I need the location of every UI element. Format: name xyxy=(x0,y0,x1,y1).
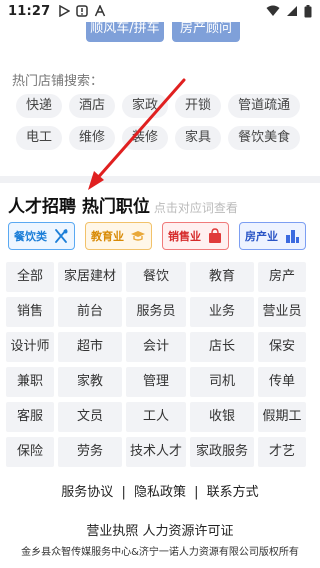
job-cell[interactable]: 超市 xyxy=(58,332,122,362)
shop-tag-express[interactable]: 快递 xyxy=(16,94,63,118)
shop-tag-food[interactable]: 餐饮美食 xyxy=(228,126,301,150)
shop-tag-locksmith[interactable]: 开锁 xyxy=(175,94,222,118)
hot-shops-row: 快递 酒店 家政 开锁 管道疏通 xyxy=(16,94,316,118)
service-agreement-link[interactable]: 服务协议 xyxy=(61,485,113,500)
status-time: 11:27 xyxy=(8,3,51,19)
shop-tag-decoration[interactable]: 装修 xyxy=(122,126,169,150)
job-cell[interactable]: 兼职 xyxy=(6,367,54,397)
section-title: 人才招聘 热门职位 点击对应词查看 xyxy=(8,192,238,217)
category-label: 餐饮类 xyxy=(14,230,47,243)
job-cell[interactable]: 假期工 xyxy=(258,402,306,432)
shop-tag-electrician[interactable]: 电工 xyxy=(16,126,63,150)
utensils-icon xyxy=(55,229,68,243)
job-cell[interactable]: 劳务 xyxy=(58,437,122,467)
battery-icon xyxy=(304,4,312,17)
job-cell[interactable]: 才艺 xyxy=(258,437,306,467)
section-subtitle: 点击对应词查看 xyxy=(153,201,238,215)
cellular-icon xyxy=(287,6,297,16)
buildings-icon xyxy=(286,230,299,243)
job-cell[interactable]: 销售 xyxy=(6,297,54,327)
footer-separator: | xyxy=(194,485,199,500)
job-cell[interactable]: 前台 xyxy=(58,297,122,327)
status-bar: 11:27 xyxy=(0,0,320,22)
job-cell[interactable]: 房产 xyxy=(258,262,306,292)
job-row: 全部 家居建材 餐饮 教育 房产 xyxy=(6,262,314,292)
job-cell[interactable]: 家居建材 xyxy=(58,262,122,292)
job-cell[interactable]: 管理 xyxy=(126,367,186,397)
job-cell[interactable]: 服务员 xyxy=(126,297,186,327)
warning-icon xyxy=(76,5,89,17)
play-store-icon xyxy=(59,5,71,17)
job-row: 设计师 超市 会计 店长 保安 xyxy=(6,332,314,362)
job-cell[interactable]: 保安 xyxy=(258,332,306,362)
job-row: 销售 前台 服务员 业务 营业员 xyxy=(6,297,314,327)
copyright-text: 金乡县众智传媒服务中心&济宁一诺人力资源有限公司版权所有 xyxy=(21,547,299,558)
hot-shops-row: 电工 维修 装修 家具 餐饮美食 xyxy=(16,126,316,150)
hot-shops-grid: 快递 酒店 家政 开锁 管道疏通 电工 维修 装修 家具 餐饮美食 xyxy=(16,94,316,158)
job-cell[interactable]: 会计 xyxy=(126,332,186,362)
job-row: 客服 文员 工人 收银 假期工 xyxy=(6,402,314,432)
job-cell[interactable]: 技术人才 xyxy=(126,437,186,467)
job-cell[interactable]: 教育 xyxy=(190,262,254,292)
wifi-icon xyxy=(266,5,280,16)
shopping-bag-icon xyxy=(209,228,221,243)
job-cell[interactable]: 餐饮 xyxy=(126,262,186,292)
section-divider xyxy=(0,176,320,183)
job-cell[interactable]: 传单 xyxy=(258,367,306,397)
category-label: 销售业 xyxy=(168,230,201,243)
category-tab-catering[interactable]: 餐饮类 xyxy=(8,222,75,250)
a-icon xyxy=(95,5,106,17)
footer-separator: | xyxy=(121,485,126,500)
category-tabs: 餐饮类 教育业 销售业 房产业 xyxy=(8,222,320,250)
shop-tag-furniture[interactable]: 家具 xyxy=(175,126,222,150)
category-tab-real-estate[interactable]: 房产业 xyxy=(239,222,306,250)
job-cell[interactable]: 文员 xyxy=(58,402,122,432)
job-cell[interactable]: 司机 xyxy=(190,367,254,397)
job-cell[interactable]: 工人 xyxy=(126,402,186,432)
contact-link[interactable]: 联系方式 xyxy=(207,485,259,500)
job-row: 兼职 家教 管理 司机 传单 xyxy=(6,367,314,397)
job-cell[interactable]: 业务 xyxy=(190,297,254,327)
job-cell[interactable]: 保险 xyxy=(6,437,54,467)
job-cell[interactable]: 营业员 xyxy=(258,297,306,327)
shop-tag-repair[interactable]: 维修 xyxy=(69,126,116,150)
job-cell[interactable]: 客服 xyxy=(6,402,54,432)
hot-shops-title: 热门店铺搜索： xyxy=(12,74,104,89)
privacy-policy-link[interactable]: 隐私政策 xyxy=(134,485,186,500)
graduation-cap-icon xyxy=(131,231,145,241)
category-tab-education[interactable]: 教育业 xyxy=(85,222,152,250)
job-cell[interactable]: 全部 xyxy=(6,262,54,292)
category-label: 房产业 xyxy=(245,230,278,243)
section-title-text: 人才招聘 热门职位 xyxy=(8,197,150,217)
category-label: 教育业 xyxy=(91,230,124,243)
job-cell[interactable]: 家教 xyxy=(58,367,122,397)
shop-tag-pipe-dredging[interactable]: 管道疏通 xyxy=(228,94,301,118)
job-cell[interactable]: 店长 xyxy=(190,332,254,362)
shop-tag-housekeeping[interactable]: 家政 xyxy=(122,94,169,118)
job-cell[interactable]: 收银 xyxy=(190,402,254,432)
job-cell[interactable]: 设计师 xyxy=(6,332,54,362)
job-cell[interactable]: 家政服务 xyxy=(190,437,254,467)
shop-tag-hotel[interactable]: 酒店 xyxy=(69,94,116,118)
job-grid: 全部 家居建材 餐饮 教育 房产 销售 前台 服务员 业务 营业员 设计师 超市… xyxy=(6,262,314,472)
license-link[interactable]: 营业执照 人力资源许可证 xyxy=(0,520,320,539)
footer-links: 服务协议 | 隐私政策 | 联系方式 xyxy=(0,481,320,500)
category-tab-sales[interactable]: 销售业 xyxy=(162,222,229,250)
job-row: 保险 劳务 技术人才 家政服务 才艺 xyxy=(6,437,314,467)
